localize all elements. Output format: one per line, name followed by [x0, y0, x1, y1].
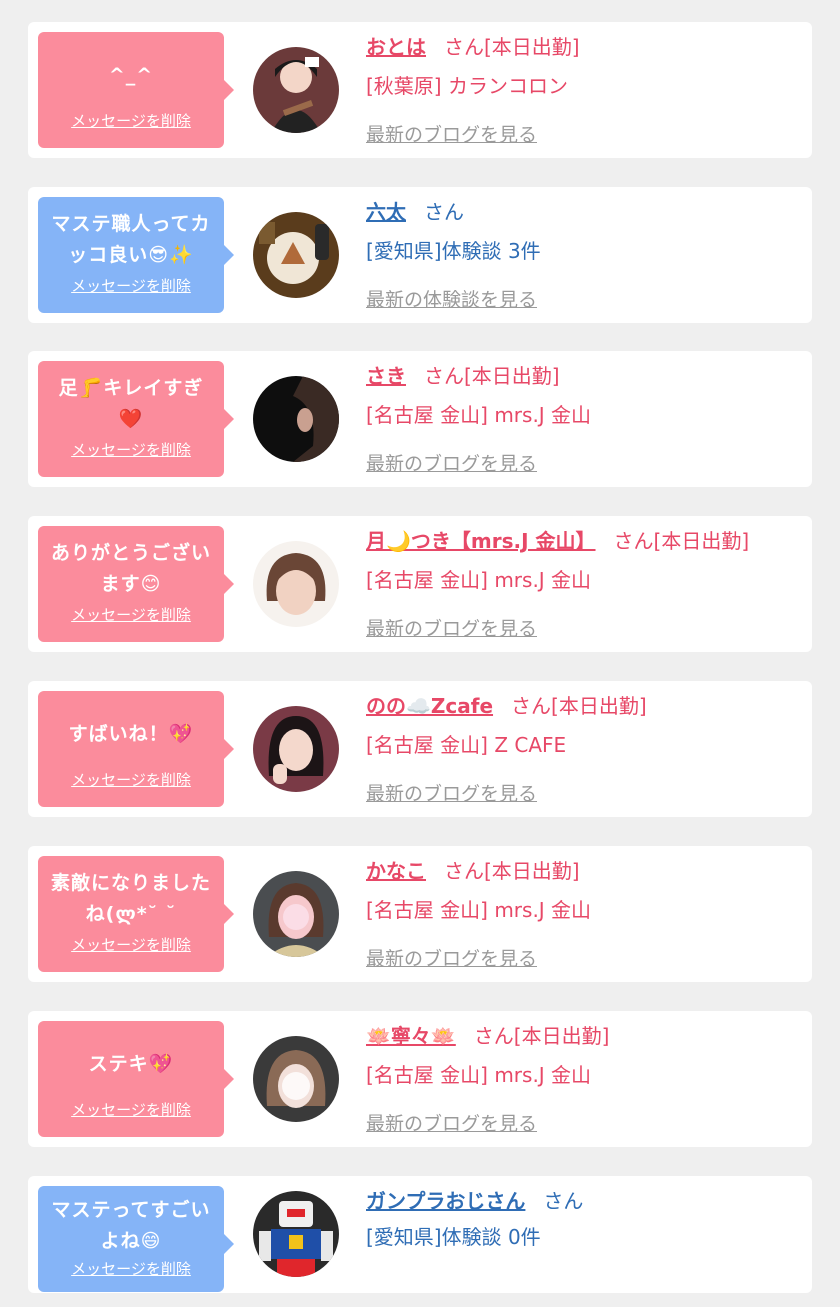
avatar[interactable] [253, 1191, 339, 1277]
message-bubble: ありがとうござい ます😊 メッセージを削除 [38, 526, 234, 642]
shop-info: [名古屋 金山] mrs.J 金山 [366, 403, 592, 427]
user-name-link[interactable]: 月🌙つき【mrs.J 金山】 [366, 529, 596, 553]
delete-message-link[interactable]: メッセージを削除 [46, 1099, 216, 1120]
shop-info: [秋葉原] カランコロン [366, 74, 568, 98]
message-card: ありがとうござい ます😊 メッセージを削除 月🌙つき【mrs.J 金山】 さん[本… [28, 516, 812, 652]
user-name-link[interactable]: ガンプラおじさん [366, 1189, 525, 1213]
user-status: さん[本日出勤] [424, 364, 560, 388]
message-text: 素敵になりました ね(ლ*˘ ˘ [50, 872, 211, 925]
user-name-link[interactable]: おとは [366, 35, 426, 59]
message-card: マステってすごい よね😄 メッセージを削除 ガンプラおじさん さん [愛知県]体験… [28, 1176, 812, 1293]
message-bubble: ステキ💖 メッセージを削除 [38, 1021, 234, 1137]
latest-review-link[interactable]: 最新の体験談を見る [366, 285, 537, 312]
latest-blog-link[interactable]: 最新のブログを見る [366, 614, 537, 641]
card-info: ガンプラおじさん さん [愛知県]体験談 0件 [366, 1188, 802, 1250]
message-bubble: すばいね！💖 メッセージを削除 [38, 691, 234, 807]
avatar[interactable] [253, 706, 339, 792]
user-status: さん[本日出勤] [444, 859, 580, 883]
shop-info: [名古屋 金山] mrs.J 金山 [366, 568, 592, 592]
message-card: ステキ💖 メッセージを削除 🪷寧々🪷 さん[本日出勤] [名古屋 金山] mrs.… [28, 1011, 812, 1147]
message-text: すばいね！💖 [68, 722, 194, 745]
review-info: [愛知県]体験談 3件 [366, 239, 541, 263]
card-info: のの☁️Zcafe さん[本日出勤] [名古屋 金山] Z CAFE 最新のブログ… [366, 693, 802, 806]
delete-message-link[interactable]: メッセージを削除 [46, 769, 216, 790]
message-text: マステってすごい よね😄 [51, 1199, 211, 1252]
delete-message-link[interactable]: メッセージを削除 [46, 110, 216, 131]
latest-blog-link[interactable]: 最新のブログを見る [366, 944, 537, 971]
shop-info: [名古屋 金山] mrs.J 金山 [366, 898, 592, 922]
message-card: ^_^ メッセージを削除 おとは さん[本日出勤] [秋葉原] カランコロン 最新… [28, 22, 812, 158]
message-card: 足🦵キレイすぎ ❤️ メッセージを削除 さき さん[本日出勤] [名古屋 金山] … [28, 351, 812, 487]
message-text: 足🦵キレイすぎ ❤️ [58, 377, 204, 430]
avatar[interactable] [253, 871, 339, 957]
user-name-link[interactable]: 🪷寧々🪷 [366, 1024, 456, 1048]
user-name-link[interactable]: 六太 [366, 200, 406, 224]
review-info: [愛知県]体験談 0件 [366, 1225, 541, 1249]
latest-blog-link[interactable]: 最新のブログを見る [366, 120, 537, 147]
shop-info: [名古屋 金山] Z CAFE [366, 733, 567, 757]
avatar[interactable] [253, 212, 339, 298]
latest-blog-link[interactable]: 最新のブログを見る [366, 449, 537, 476]
message-text: マステ職人ってカ ッコ良い😎✨ [51, 213, 211, 266]
message-card: すばいね！💖 メッセージを削除 のの☁️Zcafe さん[本日出勤] [名古屋 金… [28, 681, 812, 817]
user-status: さん[本日出勤] [473, 1024, 610, 1048]
avatar[interactable] [253, 376, 339, 462]
message-bubble: 素敵になりました ね(ლ*˘ ˘ メッセージを削除 [38, 856, 234, 972]
card-info: さき さん[本日出勤] [名古屋 金山] mrs.J 金山 最新のブログを見る [366, 363, 802, 476]
message-text: ステキ💖 [88, 1052, 174, 1075]
delete-message-link[interactable]: メッセージを削除 [46, 275, 216, 296]
delete-message-link[interactable]: メッセージを削除 [46, 1258, 216, 1279]
avatar[interactable] [253, 541, 339, 627]
message-bubble: ^_^ メッセージを削除 [38, 32, 234, 148]
user-status: さん [543, 1189, 584, 1213]
user-status: さん [424, 200, 464, 224]
delete-message-link[interactable]: メッセージを削除 [46, 439, 216, 460]
card-info: 🪷寧々🪷 さん[本日出勤] [名古屋 金山] mrs.J 金山 最新のブログを見る [366, 1023, 802, 1136]
user-status: さん[本日出勤] [613, 529, 750, 553]
message-card: 素敵になりました ね(ლ*˘ ˘ メッセージを削除 かなこ さん[本日出勤] [名… [28, 846, 812, 982]
message-card: マステ職人ってカ ッコ良い😎✨ メッセージを削除 六太 さん [愛知県]体験談 3… [28, 187, 812, 323]
message-bubble: 足🦵キレイすぎ ❤️ メッセージを削除 [38, 361, 234, 477]
message-text: ありがとうござい ます😊 [50, 542, 211, 595]
delete-message-link[interactable]: メッセージを削除 [46, 604, 216, 625]
user-name-link[interactable]: さき [366, 364, 406, 388]
user-status: さん[本日出勤] [444, 35, 580, 59]
avatar[interactable] [253, 47, 339, 133]
message-text: ^_^ [108, 63, 154, 86]
latest-blog-link[interactable]: 最新のブログを見る [366, 779, 537, 806]
card-info: おとは さん[本日出勤] [秋葉原] カランコロン 最新のブログを見る [366, 34, 802, 147]
avatar[interactable] [253, 1036, 339, 1122]
user-status: さん[本日出勤] [511, 694, 647, 718]
user-name-link[interactable]: かなこ [366, 859, 426, 883]
message-bubble: マステってすごい よね😄 メッセージを削除 [38, 1186, 234, 1292]
card-info: 六太 さん [愛知県]体験談 3件 最新の体験談を見る [366, 199, 802, 312]
delete-message-link[interactable]: メッセージを削除 [46, 934, 216, 955]
card-info: かなこ さん[本日出勤] [名古屋 金山] mrs.J 金山 最新のブログを見る [366, 858, 802, 971]
latest-blog-link[interactable]: 最新のブログを見る [366, 1109, 537, 1136]
message-bubble: マステ職人ってカ ッコ良い😎✨ メッセージを削除 [38, 197, 234, 313]
card-info: 月🌙つき【mrs.J 金山】 さん[本日出勤] [名古屋 金山] mrs.J 金山… [366, 528, 802, 641]
shop-info: [名古屋 金山] mrs.J 金山 [366, 1063, 592, 1087]
user-name-link[interactable]: のの☁️Zcafe [366, 694, 493, 718]
